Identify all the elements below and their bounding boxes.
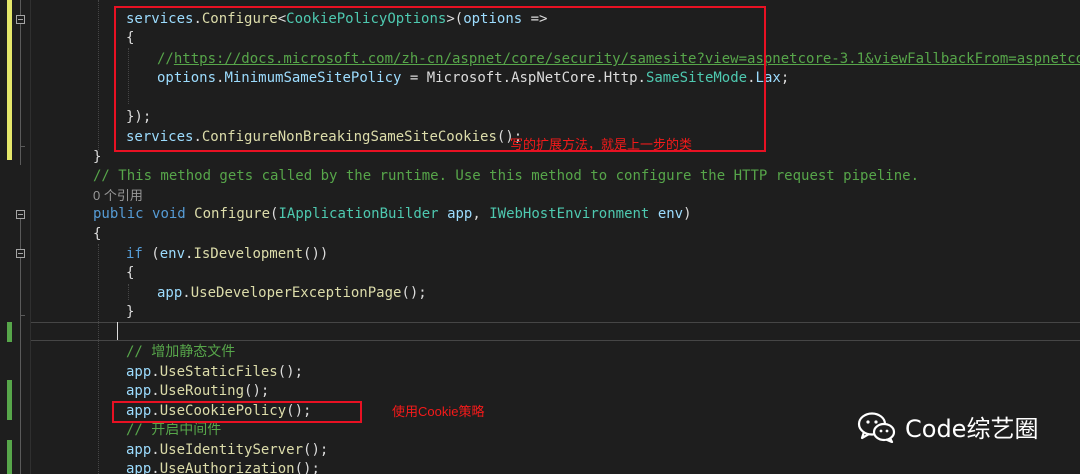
- token: IsDevelopment: [193, 246, 304, 262]
- token: ()): [303, 246, 329, 262]
- token: ): [683, 206, 692, 222]
- code-line[interactable]: app.UseIdentityServer();: [126, 440, 328, 460]
- token: UseStaticFiles: [159, 364, 278, 380]
- collapse-icon[interactable]: [16, 210, 25, 219]
- annotation-cookie-note: 使用Cookie策略: [392, 404, 485, 419]
- token: ();: [277, 364, 304, 380]
- code-line[interactable]: app.UseDeveloperExceptionPage();: [157, 283, 427, 303]
- token: env: [159, 246, 186, 262]
- code-line[interactable]: }: [126, 302, 134, 322]
- token: public: [93, 206, 144, 222]
- fold-end: [20, 146, 25, 147]
- code-line[interactable]: // This method gets called by the runtim…: [93, 166, 919, 186]
- code-line[interactable]: // 开启中间件: [126, 420, 221, 440]
- current-line-highlight: [31, 322, 1080, 341]
- token: app: [126, 442, 152, 458]
- token: ();: [294, 461, 320, 474]
- token: .: [182, 285, 191, 301]
- token: ();: [401, 285, 427, 301]
- change-bar-green: [7, 380, 12, 420]
- editor-gutter: [0, 0, 40, 474]
- token: IApplicationBuilder: [278, 206, 439, 222]
- token: .: [151, 364, 160, 380]
- wechat-icon: [857, 411, 896, 443]
- code-line[interactable]: public void Configure(IApplicationBuilde…: [93, 204, 692, 224]
- code-line[interactable]: app.UseRouting();: [126, 381, 269, 401]
- token: .: [151, 442, 160, 458]
- token: UseDeveloperExceptionPage: [190, 285, 402, 301]
- indent-guide: [98, 244, 99, 474]
- code-line[interactable]: if (env.IsDevelopment()): [126, 244, 328, 264]
- collapse-icon[interactable]: [16, 15, 25, 24]
- gutter-separator: [30, 0, 31, 474]
- code-line[interactable]: {: [126, 263, 134, 283]
- token: ();: [303, 442, 329, 458]
- token: ,: [472, 206, 490, 222]
- codelens-references[interactable]: 0 个引用: [93, 186, 143, 206]
- fold-line: [20, 0, 21, 165]
- annotation-box-configure: [114, 6, 766, 152]
- annotation-extension-note: 写的扩展方法，就是上一步的类: [510, 137, 693, 152]
- token: ;: [780, 70, 790, 86]
- indent-guide: [128, 284, 129, 300]
- watermark: Code综艺圈: [857, 409, 1038, 444]
- token: UseRouting: [159, 383, 245, 399]
- annotation-box-cookie-policy: [112, 401, 362, 423]
- change-bar-green: [7, 440, 12, 474]
- change-bar-green: [7, 322, 12, 342]
- token: .: [151, 461, 160, 474]
- token: app: [447, 206, 473, 222]
- token: IWebHostEnvironment: [489, 206, 650, 222]
- token: app: [157, 285, 183, 301]
- token: app: [126, 364, 152, 380]
- token: env: [657, 206, 684, 222]
- token: .: [151, 383, 160, 399]
- code-line[interactable]: app.UseStaticFiles();: [126, 362, 303, 382]
- code-line[interactable]: {: [93, 224, 101, 244]
- token: if: [126, 246, 143, 262]
- token: app: [126, 383, 152, 399]
- token: void: [152, 206, 186, 222]
- code-editor[interactable]: services.Configure<CookiePolicyOptions>(…: [0, 0, 1080, 474]
- code-line[interactable]: // 增加静态文件: [126, 342, 235, 362]
- change-bar-yellow: [7, 0, 12, 160]
- token: app: [126, 461, 152, 474]
- collapse-icon[interactable]: [16, 249, 25, 258]
- token: (: [142, 246, 160, 262]
- indent-guide: [98, 0, 99, 150]
- token: UseIdentityServer: [159, 442, 304, 458]
- token: UseAuthorization: [159, 461, 295, 474]
- code-line[interactable]: app.UseAuthorization();: [126, 459, 320, 474]
- fold-end: [20, 315, 25, 316]
- watermark-text: Code综艺圈: [905, 415, 1039, 443]
- token: ();: [244, 383, 270, 399]
- text-caret: [117, 322, 118, 340]
- code-line[interactable]: }: [93, 147, 101, 167]
- token: Configure: [194, 206, 271, 222]
